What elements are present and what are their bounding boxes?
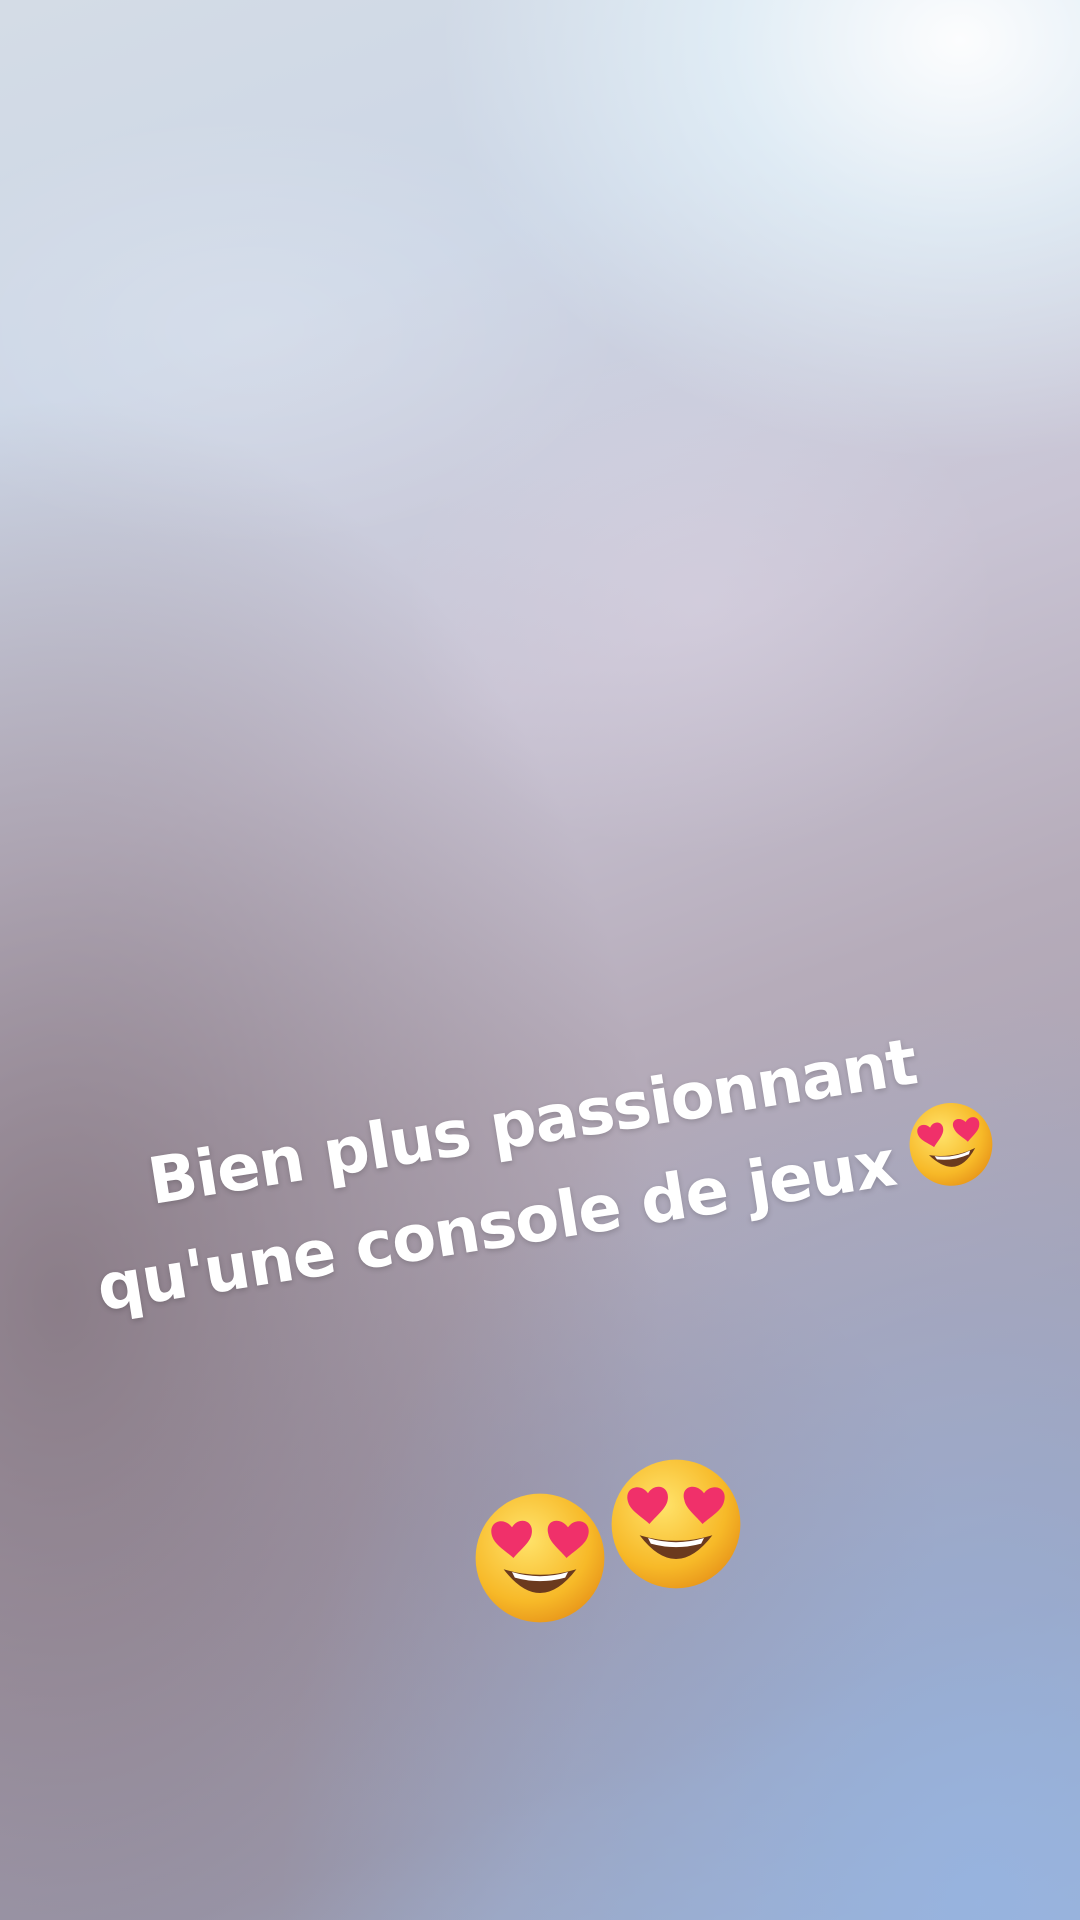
background-texture: [0, 0, 1080, 1920]
heart-eyes-emoji-icon: [606, 1454, 746, 1594]
heart-eyes-emoji-icon: [470, 1488, 610, 1628]
heart-eyes-emoji-icon: [900, 1093, 1003, 1196]
